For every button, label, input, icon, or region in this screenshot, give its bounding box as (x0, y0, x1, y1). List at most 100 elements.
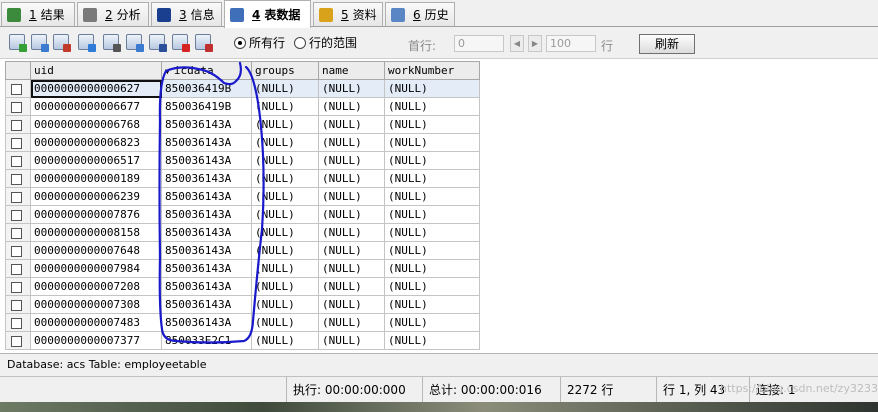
save-icon[interactable] (149, 34, 167, 52)
cell-workNumber[interactable]: (NULL) (384, 169, 480, 188)
cell-uid[interactable]: 0000000000007876 (30, 205, 162, 224)
tab-6[interactable]: 6 历史 (385, 2, 455, 26)
row-checkbox-cell[interactable] (5, 97, 31, 116)
cell-name[interactable]: (NULL) (318, 259, 385, 278)
refresh-button[interactable]: 刷新 (639, 34, 695, 54)
prev-page-button[interactable]: ◀ (510, 35, 524, 52)
cell-icdata[interactable]: 850036143A (161, 151, 252, 170)
cell-name[interactable]: (NULL) (318, 205, 385, 224)
cell-name[interactable]: (NULL) (318, 151, 385, 170)
cell-groups[interactable]: (NULL) (251, 115, 319, 134)
cell-uid[interactable]: 0000000000006517 (30, 151, 162, 170)
row-checkbox-cell[interactable] (5, 151, 31, 170)
column-header-uid[interactable]: uid (30, 61, 162, 80)
first-row-input[interactable]: 0 (454, 35, 504, 52)
tab-5[interactable]: 5 资料 (313, 2, 383, 26)
row-checkbox-cell[interactable] (5, 115, 31, 134)
table-row[interactable]: 0000000000006768 850036143A (NULL) (NULL) (N… (5, 115, 480, 134)
table-row[interactable]: 0000000000007483 850036143A (NULL) (NULL) (N… (5, 313, 480, 332)
table-row[interactable]: 0000000000006517 850036143A (NULL) (NULL) (N… (5, 151, 480, 170)
cell-workNumber[interactable]: (NULL) (384, 133, 480, 152)
cell-name[interactable]: (NULL) (318, 223, 385, 242)
cell-icdata[interactable]: 850036143A (161, 115, 252, 134)
cell-icdata[interactable]: 850033E2C1 (161, 331, 252, 350)
column-header-icdata[interactable]: ▼ icdata (161, 61, 252, 80)
cell-workNumber[interactable]: (NULL) (384, 205, 480, 224)
row-checkbox-cell[interactable] (5, 295, 31, 314)
add-row-icon[interactable] (9, 34, 27, 52)
cell-workNumber[interactable]: (NULL) (384, 313, 480, 332)
cell-name[interactable]: (NULL) (318, 241, 385, 260)
row-checkbox-cell[interactable] (5, 313, 31, 332)
row-checkbox-cell[interactable] (5, 259, 31, 278)
table-row[interactable]: 0000000000007648 850036143A (NULL) (NULL) (N… (5, 241, 480, 260)
row-checkbox-cell[interactable] (5, 205, 31, 224)
row-checkbox[interactable] (11, 101, 22, 113)
column-header-workNumber[interactable]: workNumber (384, 61, 480, 80)
cell-workNumber[interactable]: (NULL) (384, 223, 480, 242)
cancel-changes-icon[interactable] (195, 34, 213, 52)
cell-workNumber[interactable]: (NULL) (384, 115, 480, 134)
cell-uid[interactable]: 0000000000007377 (30, 331, 162, 350)
cell-groups[interactable]: (NULL) (251, 187, 319, 206)
cell-icdata[interactable]: 850036143A (161, 295, 252, 314)
row-checkbox[interactable] (11, 281, 22, 293)
cell-workNumber[interactable]: (NULL) (384, 331, 480, 350)
edit-row-icon[interactable] (78, 34, 96, 52)
cell-groups[interactable]: (NULL) (251, 151, 319, 170)
tab-4[interactable]: 4 表数据 (224, 0, 311, 28)
row-checkbox[interactable] (11, 119, 22, 131)
filter-icon[interactable] (103, 34, 121, 52)
row-checkbox[interactable] (11, 227, 22, 239)
cell-name[interactable]: (NULL) (318, 313, 385, 332)
table-row[interactable]: 0000000000008158 850036143A (NULL) (NULL) (N… (5, 223, 480, 242)
cell-name[interactable]: (NULL) (318, 97, 385, 116)
cell-groups[interactable]: (NULL) (251, 295, 319, 314)
row-range-radio[interactable]: 行的范围 (294, 34, 357, 51)
row-checkbox-cell[interactable] (5, 223, 31, 242)
cell-groups[interactable]: (NULL) (251, 313, 319, 332)
delete-row-icon[interactable] (172, 34, 190, 52)
cell-groups[interactable]: (NULL) (251, 169, 319, 188)
cell-uid[interactable]: 0000000000007308 (30, 295, 162, 314)
tab-3[interactable]: 3 信息 (151, 2, 222, 26)
row-checkbox[interactable] (11, 317, 22, 329)
next-page-button[interactable]: ▶ (528, 35, 542, 52)
cell-icdata[interactable]: 850036143A (161, 241, 252, 260)
cell-icdata[interactable]: 850036143A (161, 133, 252, 152)
cell-uid[interactable]: 0000000000007208 (30, 277, 162, 296)
cell-uid[interactable]: 0000000000000189 (30, 169, 162, 188)
cell-uid[interactable]: 0000000000007984 (30, 259, 162, 278)
cell-icdata[interactable]: 850036143A (161, 187, 252, 206)
row-checkbox[interactable] (11, 155, 22, 167)
cell-uid[interactable]: 0000000000007648 (30, 241, 162, 260)
cell-groups[interactable]: (NULL) (251, 277, 319, 296)
table-row[interactable]: 0000000000007984 850036143A (NULL) (NULL) (N… (5, 259, 480, 278)
cell-uid[interactable]: 0000000000006239 (30, 187, 162, 206)
table-row[interactable]: 0000000000007876 850036143A (NULL) (NULL) (N… (5, 205, 480, 224)
row-count-input[interactable]: 100 (546, 35, 596, 52)
cell-icdata[interactable]: 850036143A (161, 205, 252, 224)
cell-icdata[interactable]: 850036419B (161, 97, 252, 116)
cell-workNumber[interactable]: (NULL) (384, 295, 480, 314)
cell-groups[interactable]: (NULL) (251, 133, 319, 152)
cell-uid[interactable]: 0000000000006823 (30, 133, 162, 152)
cell-groups[interactable]: (NULL) (251, 331, 319, 350)
duplicate-row-icon[interactable] (31, 34, 49, 52)
cell-icdata[interactable]: 850036143A (161, 313, 252, 332)
export-icon[interactable] (126, 34, 144, 52)
row-checkbox[interactable] (11, 335, 22, 347)
row-checkbox[interactable] (11, 299, 22, 311)
row-checkbox[interactable] (11, 263, 22, 275)
cell-workNumber[interactable]: (NULL) (384, 277, 480, 296)
cell-uid[interactable]: 0000000000000627 (30, 79, 162, 98)
cell-name[interactable]: (NULL) (318, 295, 385, 314)
all-rows-radio[interactable]: 所有行 (234, 34, 285, 51)
table-row[interactable]: 0000000000000189 850036143A (NULL) (NULL) (N… (5, 169, 480, 188)
cell-name[interactable]: (NULL) (318, 115, 385, 134)
cell-workNumber[interactable]: (NULL) (384, 97, 480, 116)
row-checkbox[interactable] (11, 137, 22, 149)
cell-icdata[interactable]: 850036419B (161, 79, 252, 98)
cell-name[interactable]: (NULL) (318, 169, 385, 188)
cell-name[interactable]: (NULL) (318, 277, 385, 296)
